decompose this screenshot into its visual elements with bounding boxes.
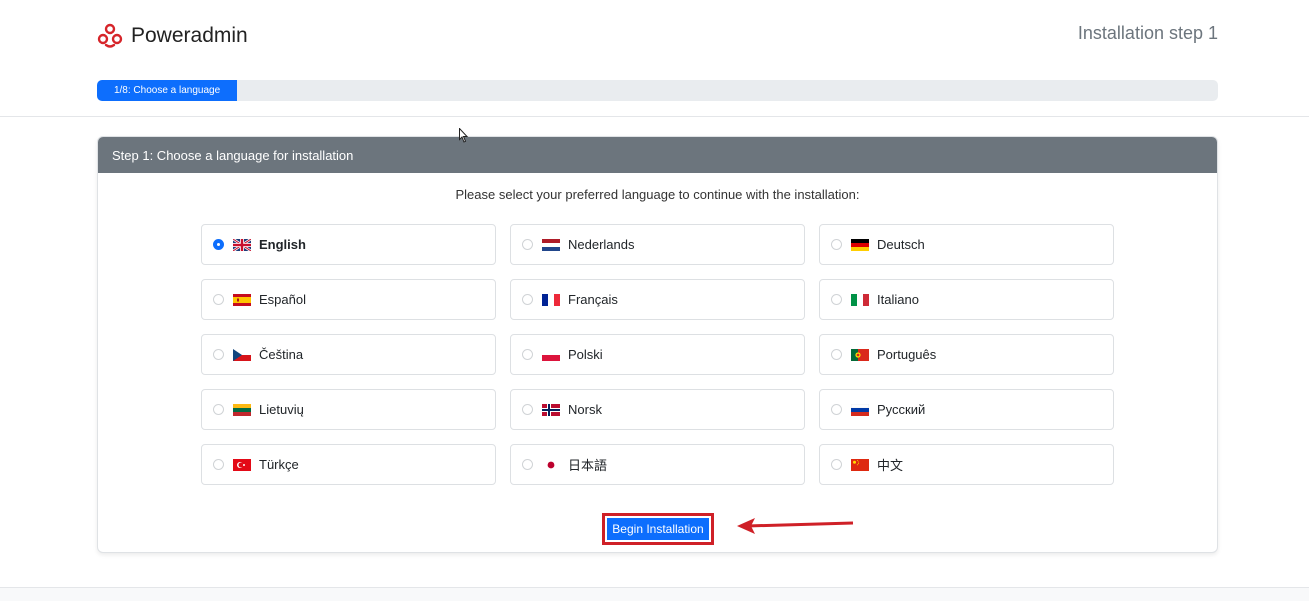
language-label: Español: [259, 292, 306, 307]
radio-button[interactable]: [831, 294, 842, 305]
language-option-lietuviu[interactable]: Lietuvių: [201, 389, 496, 430]
language-option-nederlands[interactable]: Nederlands: [510, 224, 805, 265]
poland-flag-icon: [542, 348, 560, 361]
uk-flag-icon: [233, 238, 251, 251]
installation-progress-bar: 1/8: Choose a language: [97, 80, 1218, 101]
language-label: Português: [877, 347, 937, 362]
language-label: Русский: [877, 402, 926, 417]
language-label: English: [259, 237, 306, 252]
language-option-norsk[interactable]: Norsk: [510, 389, 805, 430]
language-selection-card: Step 1: Choose a language for installati…: [97, 136, 1218, 553]
turkey-flag-icon: [233, 458, 251, 471]
radio-button[interactable]: [831, 239, 842, 250]
language-options: English Nederlands Deutsch Español Franç…: [201, 224, 1114, 485]
radio-button[interactable]: [831, 404, 842, 415]
radio-button[interactable]: [213, 239, 224, 250]
begin-installation-highlight: Begin Installation: [602, 513, 714, 545]
radio-button[interactable]: [213, 294, 224, 305]
russia-flag-icon: [851, 403, 869, 416]
language-option-francais[interactable]: Français: [510, 279, 805, 320]
begin-installation-button[interactable]: Begin Installation: [607, 518, 709, 540]
brand[interactable]: Poweradmin: [97, 23, 248, 49]
language-option-espanol[interactable]: Español: [201, 279, 496, 320]
radio-button[interactable]: [213, 404, 224, 415]
language-label: Türkçe: [259, 457, 299, 472]
language-label: Français: [568, 292, 618, 307]
france-flag-icon: [542, 293, 560, 306]
top-header: Poweradmin Installation step 1 1/8: Choo…: [0, 0, 1309, 117]
language-option-portugues[interactable]: Português: [819, 334, 1114, 375]
language-label: Nederlands: [568, 237, 635, 252]
language-option-polski[interactable]: Polski: [510, 334, 805, 375]
language-option-russkiy[interactable]: Русский: [819, 389, 1114, 430]
language-label: Lietuvių: [259, 402, 304, 417]
language-option-italiano[interactable]: Italiano: [819, 279, 1114, 320]
language-option-cestina[interactable]: Čeština: [201, 334, 496, 375]
language-option-zhongwen[interactable]: 中文: [819, 444, 1114, 485]
language-label: 日本語: [568, 458, 608, 473]
radio-button[interactable]: [831, 459, 842, 470]
radio-button[interactable]: [522, 349, 533, 360]
radio-button[interactable]: [522, 459, 533, 470]
portugal-flag-icon: [851, 348, 869, 361]
radio-button[interactable]: [213, 459, 224, 470]
annotation-arrow-icon: [737, 518, 854, 534]
radio-button[interactable]: [522, 294, 533, 305]
language-prompt: Please select your preferred language to…: [455, 187, 860, 202]
lithuania-flag-icon: [233, 403, 251, 416]
page-footer: [0, 587, 1309, 601]
spain-flag-icon: [233, 293, 251, 306]
radio-button[interactable]: [831, 349, 842, 360]
norway-flag-icon: [542, 403, 560, 416]
radio-button[interactable]: [522, 239, 533, 250]
language-label: Norsk: [568, 402, 602, 417]
brand-name: Poweradmin: [131, 24, 248, 47]
language-option-english[interactable]: English: [201, 224, 496, 265]
germany-flag-icon: [851, 238, 869, 251]
radio-button[interactable]: [522, 404, 533, 415]
japan-flag-icon: [542, 458, 560, 471]
italy-flag-icon: [851, 293, 869, 306]
poweradmin-logo-icon: [97, 23, 123, 48]
progress-fill: 1/8: Choose a language: [97, 80, 238, 101]
language-label: Italiano: [877, 292, 919, 307]
language-label: Čeština: [259, 347, 304, 362]
mouse-pointer-icon: [459, 128, 469, 143]
language-label: Deutsch: [877, 237, 925, 252]
china-flag-icon: [851, 458, 869, 471]
language-option-turkce[interactable]: Türkçe: [201, 444, 496, 485]
netherlands-flag-icon: [542, 238, 560, 251]
installation-step-title: Installation step 1: [1077, 23, 1218, 43]
radio-button[interactable]: [213, 349, 224, 360]
czech-flag-icon: [233, 348, 251, 361]
language-option-nihongo[interactable]: 日本語: [510, 444, 805, 485]
language-option-deutsch[interactable]: Deutsch: [819, 224, 1114, 265]
language-label: 中文: [877, 458, 904, 473]
card-title: Step 1: Choose a language for installati…: [98, 137, 1217, 173]
language-label: Polski: [568, 347, 603, 362]
